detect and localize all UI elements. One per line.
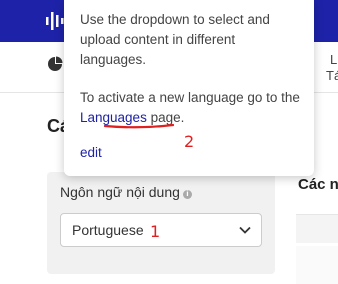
right-table-header	[296, 214, 338, 243]
info-icon[interactable]: i	[182, 190, 192, 199]
tooltip-description: Use the dropdown to select and upload co…	[80, 12, 270, 67]
subbar-right-text-bottom: Tá	[326, 68, 338, 83]
pie-chart-icon[interactable]	[47, 56, 63, 72]
annotation-underline	[104, 123, 174, 129]
edit-link[interactable]: edit	[80, 143, 102, 163]
subbar-right-text-top: L	[330, 52, 338, 67]
annotation-marker-1: 1	[150, 222, 161, 241]
language-select-value: Portuguese	[72, 222, 144, 238]
right-table-row	[296, 246, 338, 284]
tooltip-instruction-prefix: To activate a new language go to the	[80, 90, 300, 105]
content-language-label-text: Ngôn ngữ nội dung	[60, 184, 180, 200]
right-section-heading: Các n	[298, 176, 338, 193]
language-select[interactable]: Portuguese	[60, 213, 262, 247]
annotation-marker-2: 2	[184, 132, 195, 151]
content-language-label: Ngôn ngữ nội dung i	[60, 184, 192, 200]
chevron-down-icon	[239, 226, 251, 234]
